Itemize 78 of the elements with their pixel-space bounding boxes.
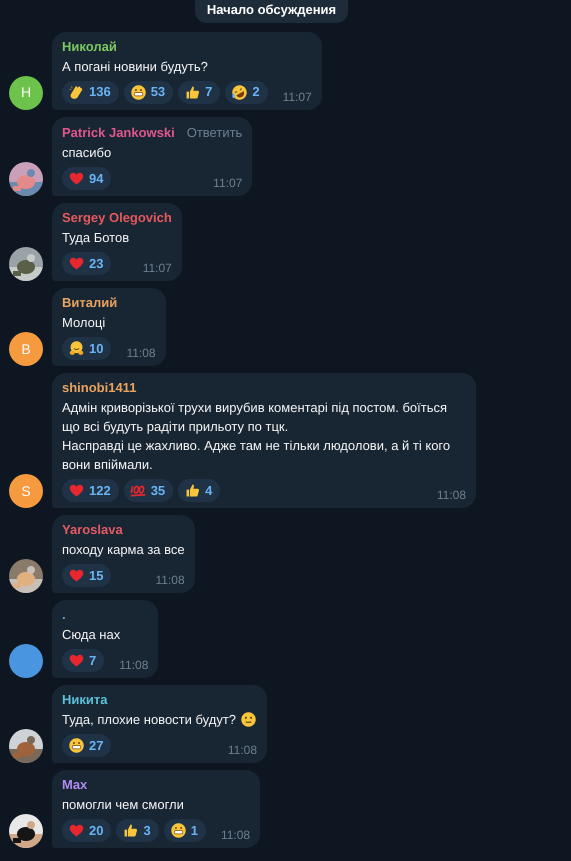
reaction-chip[interactable]: 27	[62, 734, 112, 757]
thumbs-up-icon	[184, 482, 202, 499]
author-name[interactable]: Николай	[62, 38, 117, 56]
reaction-chip[interactable]: 7	[178, 80, 220, 104]
clapping-hands-icon	[68, 84, 85, 100]
author-name[interactable]: Yaroslava	[62, 521, 123, 539]
heart-icon	[68, 170, 85, 187]
grinning-face-icon	[130, 84, 147, 100]
heart-icon	[68, 255, 85, 272]
author-name[interactable]: .	[62, 606, 66, 624]
message-time: 11:08	[220, 828, 250, 842]
message-time: 11:07	[212, 176, 242, 190]
grinning-face-icon	[68, 737, 85, 754]
reaction-chip[interactable]: 136	[62, 80, 119, 104]
message-text: Адмін криворізької трухи вирубив коментарі під постом. боїться що всі будуть радіти прильоту по тцк. Насправді це жахливо. Адже там не тільки людолови, а й ті кого вони впіймали.	[62, 399, 452, 474]
reaction-chip[interactable]: 23	[62, 252, 112, 275]
author-name[interactable]: Max	[62, 776, 88, 794]
author-name[interactable]: Никита	[62, 691, 108, 709]
reaction-count: 1	[190, 822, 198, 840]
reaction-chip[interactable]: 20	[62, 819, 112, 842]
neutral-face-icon	[240, 711, 258, 728]
reaction-chip[interactable]: 4	[178, 479, 220, 502]
reaction-chip[interactable]: 15	[62, 564, 112, 587]
heart-icon	[68, 652, 85, 669]
avatar[interactable]	[9, 644, 43, 678]
reaction-count: 15	[89, 566, 104, 585]
message-time: 11:07	[142, 261, 172, 275]
thumbs-up-icon	[122, 822, 140, 839]
reaction-chip[interactable]: 7	[62, 649, 104, 672]
message-time: 11:08	[154, 573, 185, 587]
reaction-chip[interactable]: 2	[225, 80, 268, 104]
message-text: Туда Ботов	[62, 229, 130, 247]
hugging-face-icon	[68, 340, 85, 357]
reaction-count: 2	[252, 83, 260, 102]
reaction-chip[interactable]: 122	[62, 479, 119, 502]
reaction-count: 3	[143, 822, 151, 840]
reaction-count: 4	[205, 482, 212, 500]
message-time: 11:08	[118, 658, 148, 672]
reaction-chip[interactable]: 35	[124, 479, 174, 502]
grinning-face-icon	[170, 822, 187, 839]
message-text: спасибо	[62, 144, 112, 162]
reaction-count: 20	[89, 822, 104, 840]
author-name[interactable]: Sergey Olegovich	[62, 209, 172, 227]
reaction-count: 35	[150, 482, 166, 500]
reaction-count: 53	[150, 83, 166, 102]
reaction-chip[interactable]: 94	[62, 167, 112, 190]
thumbs-up-icon	[184, 84, 202, 100]
message-time: 11:08	[125, 346, 156, 360]
message-text: походу карма за все	[62, 541, 185, 559]
message-text: Молоці	[62, 314, 106, 332]
author-name[interactable]: Виталий	[62, 294, 118, 312]
reaction-chip[interactable]: 1	[164, 819, 206, 842]
reaction-count: 94	[89, 170, 104, 188]
reaction-count: 7	[89, 652, 96, 670]
message-time: 11:08	[436, 488, 466, 502]
reaction-count: 23	[89, 254, 104, 273]
reaction-count: 10	[89, 340, 104, 358]
reaction-chip[interactable]: 10	[62, 337, 112, 360]
reaction-count: 136	[89, 83, 111, 102]
author-name[interactable]: shinobi1411	[62, 379, 136, 397]
heart-icon	[68, 482, 85, 499]
reaction-chip[interactable]: 53	[124, 80, 174, 104]
author-name[interactable]: Patrick Jankowski	[62, 124, 175, 142]
heart-icon	[68, 822, 85, 839]
message-text: Туда, плохие новости будут?	[62, 711, 236, 729]
reaction-chip[interactable]: 3	[116, 819, 159, 842]
reaction-count: 7	[205, 83, 212, 102]
message-text: помогли чем смогли	[62, 796, 184, 814]
reply-link[interactable]: Ответить	[186, 122, 242, 142]
message-text: А погані новини будуть?	[62, 58, 208, 76]
heart-icon	[68, 567, 85, 584]
reaction-count: 122	[89, 482, 111, 500]
message-time: 11:08	[226, 743, 258, 757]
discussion-start-label: Начало обсуждения	[194, 0, 348, 22]
message-text: Сюда нах	[62, 626, 120, 644]
reaction-count: 27	[89, 736, 104, 755]
message-time: 11:07	[282, 90, 312, 104]
laughing-face-icon	[231, 84, 248, 100]
